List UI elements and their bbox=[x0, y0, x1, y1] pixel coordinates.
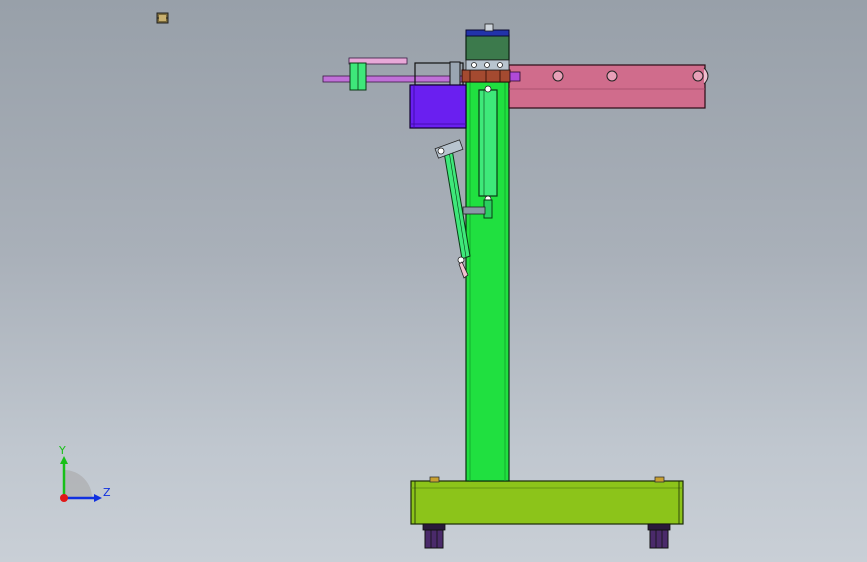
floating-nut-part[interactable] bbox=[156, 12, 169, 24]
triad-y-label: Y bbox=[59, 444, 66, 457]
top-housing[interactable] bbox=[465, 23, 510, 71]
motor-block[interactable] bbox=[409, 84, 467, 129]
upper-bracket[interactable] bbox=[414, 61, 464, 87]
foot-right[interactable] bbox=[647, 523, 671, 549]
triad-z-label: Z bbox=[103, 486, 111, 499]
assembly-model[interactable] bbox=[0, 0, 867, 562]
cad-viewport[interactable]: Y Z bbox=[0, 0, 867, 562]
triad-graphic bbox=[60, 456, 102, 502]
clamp-bar[interactable] bbox=[461, 69, 521, 83]
orientation-triad: Y Z bbox=[40, 440, 120, 510]
base-plate[interactable] bbox=[410, 476, 684, 525]
foot-left[interactable] bbox=[422, 523, 446, 549]
horizontal-arm[interactable] bbox=[508, 64, 709, 109]
